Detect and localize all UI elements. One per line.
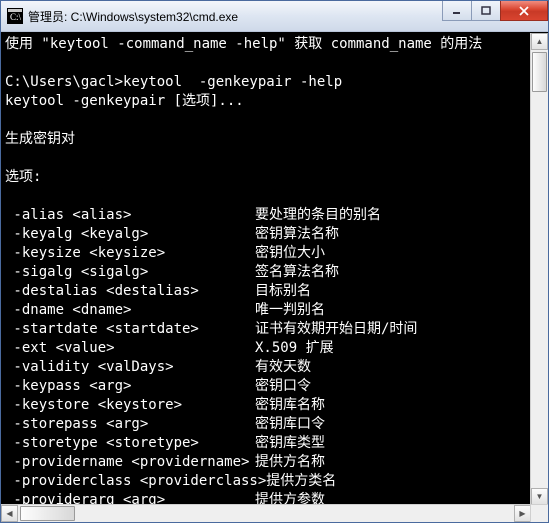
option-flag: -keyalg <keyalg> [5, 225, 255, 244]
option-row: -keysize <keysize>密钥位大小 [5, 244, 531, 263]
vertical-scrollbar[interactable]: ▲ ▼ [530, 33, 548, 505]
option-flag: -keystore <keystore> [5, 396, 255, 415]
option-desc: X.509 扩展 [255, 339, 334, 358]
option-row: -validity <valDays>有效天数 [5, 358, 531, 377]
option-flag: -destalias <destalias> [5, 282, 255, 301]
scroll-right-button[interactable]: ▶ [514, 505, 531, 522]
option-row: -providername <providername>提供方名称 [5, 453, 531, 472]
option-flag: -storetype <storetype> [5, 434, 255, 453]
option-desc: 证书有效期开始日期/时间 [255, 320, 417, 339]
scroll-down-button[interactable]: ▼ [531, 488, 548, 505]
option-desc: 密钥位大小 [255, 244, 325, 263]
option-flag: -alias <alias> [5, 206, 255, 225]
option-row: -providerclass <providerclass>提供方类名 [5, 472, 531, 491]
option-desc: 提供方名称 [255, 453, 325, 472]
horizontal-scroll-track[interactable] [18, 505, 514, 522]
option-flag: -providername <providername> [5, 453, 255, 472]
option-row: -startdate <startdate>证书有效期开始日期/时间 [5, 320, 531, 339]
option-row: -destalias <destalias>目标别名 [5, 282, 531, 301]
console-area: 使用 "keytool -command_name -help" 获取 comm… [1, 32, 548, 522]
scroll-up-button[interactable]: ▲ [531, 33, 548, 50]
option-flag: -keysize <keysize> [5, 244, 255, 263]
vertical-scroll-track[interactable] [531, 50, 548, 488]
window-controls [443, 1, 548, 21]
scroll-left-button[interactable]: ◀ [1, 505, 18, 522]
option-flag: -providerarg <arg> [5, 491, 255, 505]
horizontal-scrollbar[interactable]: ◀ ▶ [1, 504, 531, 522]
option-row: -sigalg <sigalg>签名算法名称 [5, 263, 531, 282]
option-row: -providerarg <arg>提供方参数 [5, 491, 531, 505]
titlebar[interactable]: C:\ 管理员: C:\Windows\system32\cmd.exe [1, 1, 548, 32]
minimize-button[interactable] [442, 1, 472, 21]
option-desc: 密钥算法名称 [255, 225, 339, 244]
option-row: -storepass <arg>密钥库口令 [5, 415, 531, 434]
option-desc: 目标别名 [255, 282, 311, 301]
console-output[interactable]: 使用 "keytool -command_name -help" 获取 comm… [1, 33, 531, 505]
option-desc: 有效天数 [255, 358, 311, 377]
option-flag: -dname <dname> [5, 301, 255, 320]
option-flag: -providerclass <providerclass> [5, 472, 266, 491]
option-row: -storetype <storetype>密钥库类型 [5, 434, 531, 453]
option-desc: 提供方类名 [266, 472, 336, 491]
option-desc: 密钥库类型 [255, 434, 325, 453]
window-title: 管理员: C:\Windows\system32\cmd.exe [28, 8, 238, 25]
option-flag: -ext <value> [5, 339, 255, 358]
option-flag: -storepass <arg> [5, 415, 255, 434]
horizontal-scroll-thumb[interactable] [20, 506, 75, 521]
cmd-icon: C:\ [7, 8, 23, 24]
option-desc: 密钥库名称 [255, 396, 325, 415]
option-row: -keystore <keystore>密钥库名称 [5, 396, 531, 415]
option-flag: -keypass <arg> [5, 377, 255, 396]
option-desc: 签名算法名称 [255, 263, 339, 282]
svg-text:C:\: C:\ [10, 12, 22, 22]
option-desc: 密钥库口令 [255, 415, 325, 434]
vertical-scroll-thumb[interactable] [532, 52, 547, 92]
option-row: -alias <alias>要处理的条目的别名 [5, 206, 531, 225]
option-flag: -validity <valDays> [5, 358, 255, 377]
maximize-button[interactable] [471, 1, 501, 21]
scrollbar-corner [530, 504, 548, 522]
option-row: -ext <value>X.509 扩展 [5, 339, 531, 358]
option-desc: 密钥口令 [255, 377, 311, 396]
option-row: -dname <dname>唯一判别名 [5, 301, 531, 320]
window-frame: C:\ 管理员: C:\Windows\system32\cmd.exe 使用 … [0, 0, 549, 523]
option-row: -keyalg <keyalg>密钥算法名称 [5, 225, 531, 244]
option-flag: -sigalg <sigalg> [5, 263, 255, 282]
option-row: -keypass <arg>密钥口令 [5, 377, 531, 396]
option-desc: 提供方参数 [255, 491, 325, 505]
option-desc: 唯一判别名 [255, 301, 325, 320]
option-desc: 要处理的条目的别名 [255, 206, 381, 225]
close-button[interactable] [500, 1, 548, 21]
option-flag: -startdate <startdate> [5, 320, 255, 339]
